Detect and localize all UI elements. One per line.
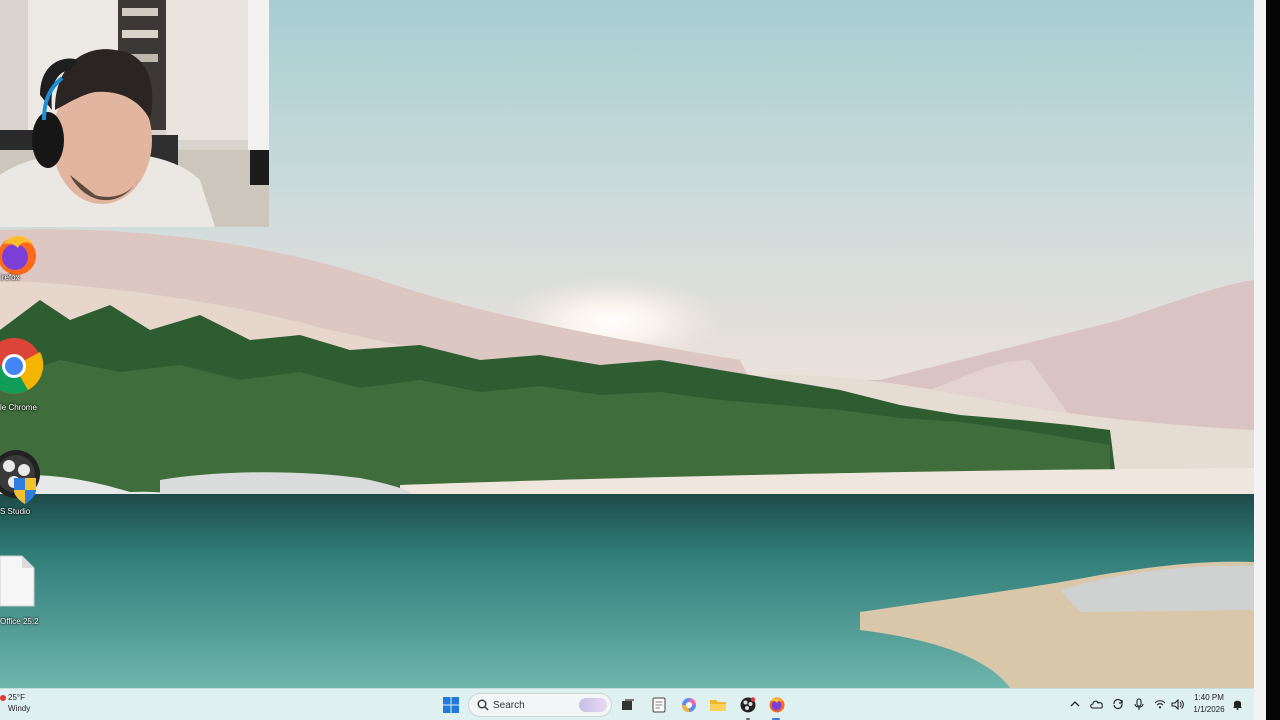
desktop-icon-label: le Chrome <box>0 403 37 412</box>
sync-icon <box>1113 698 1123 710</box>
webcam-overlay <box>0 0 269 227</box>
obs-studio-icon <box>0 450 40 504</box>
tray-onedrive[interactable] <box>1090 697 1104 711</box>
desktop: irefox le Chrome S Studio Office 25.2 <box>0 0 1254 688</box>
task-view-button[interactable] <box>618 695 638 715</box>
weather-condition: Windy <box>8 704 31 713</box>
tray-network[interactable] <box>1153 697 1167 711</box>
tray-volume[interactable] <box>1170 697 1184 711</box>
windows-logo-icon <box>443 697 459 713</box>
taskbar: 25°F Windy Search 1:40 PM 1/1/2026 <box>0 688 1254 720</box>
taskbar-app-firefox[interactable] <box>767 695 787 715</box>
cloud-icon <box>1090 700 1103 709</box>
desktop-icon-label: S Studio <box>0 507 31 516</box>
clock-date: 1/1/2026 <box>1193 705 1225 714</box>
right-edge-shadow <box>1266 0 1280 720</box>
desktop-icon-label: Office 25.2 <box>0 617 39 626</box>
webcam-feed <box>0 0 269 227</box>
bell-icon <box>1232 700 1242 710</box>
taskbar-search[interactable]: Search <box>468 693 612 717</box>
weather-alert-icon <box>0 694 6 701</box>
chevron-up-icon <box>1070 701 1080 707</box>
speaker-icon <box>1170 698 1184 710</box>
show-hidden-icons-button[interactable] <box>1068 697 1082 711</box>
notepad-icon <box>652 697 666 713</box>
notifications-button[interactable] <box>1230 697 1244 711</box>
firefox-icon <box>769 697 785 713</box>
search-icon <box>477 699 489 711</box>
tray-microphone[interactable] <box>1132 697 1146 711</box>
search-label: Search <box>493 700 525 711</box>
wifi-icon <box>1154 700 1166 709</box>
chrome-icon <box>0 338 44 394</box>
microphone-icon <box>1134 697 1144 710</box>
weather-widget[interactable]: 25°F Windy <box>0 692 30 714</box>
start-button[interactable] <box>441 695 461 715</box>
taskbar-app-notepad[interactable] <box>649 695 669 715</box>
tray-sync[interactable] <box>1111 697 1125 711</box>
firefox-icon <box>0 235 36 275</box>
search-highlight-image <box>579 698 607 712</box>
desktop-icon-firefox[interactable]: irefox <box>0 230 46 282</box>
obs-studio-icon <box>740 697 756 713</box>
folder-icon <box>710 700 726 711</box>
copilot-icon <box>682 698 696 712</box>
weather-temp: 25°F <box>8 693 25 702</box>
desktop-icon-chrome[interactable]: le Chrome <box>0 334 46 412</box>
file-icon <box>0 555 35 607</box>
desktop-icon-obs[interactable]: S Studio <box>0 444 46 516</box>
task-view-icon <box>622 699 634 710</box>
taskbar-app-copilot[interactable] <box>679 695 699 715</box>
desktop-icon-office-file[interactable]: Office 25.2 <box>0 554 46 626</box>
clock-time: 1:40 PM <box>1194 693 1224 702</box>
taskbar-app-file-explorer[interactable] <box>708 695 728 715</box>
taskbar-clock[interactable]: 1:40 PM 1/1/2026 <box>1188 692 1230 716</box>
taskbar-app-obs[interactable] <box>738 695 758 715</box>
